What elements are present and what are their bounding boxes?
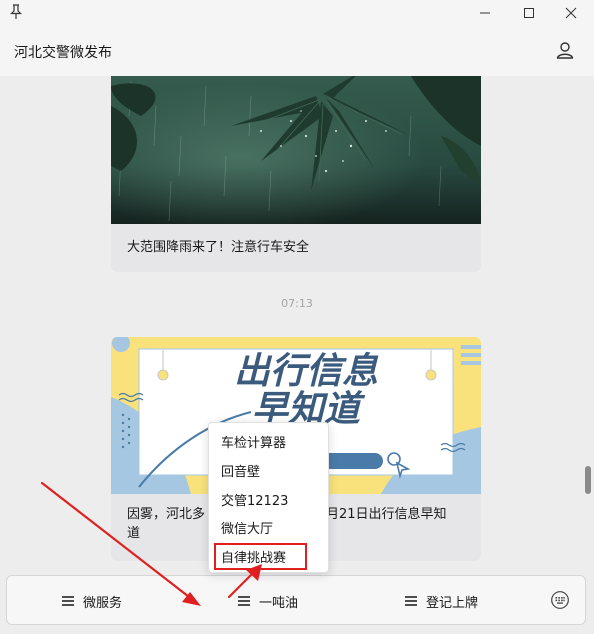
menu-tab-weifuwu[interactable]: 微服务 — [62, 576, 122, 626]
chat-header: 河北交警微发布 — [0, 26, 594, 76]
poster-title-line1: 出行信息 — [233, 351, 378, 392]
submenu-item-weixin[interactable]: 微信大厅 — [221, 518, 273, 537]
submenu-item-huiyinbi[interactable]: 回音壁 — [221, 461, 260, 480]
keyboard-icon[interactable] — [550, 590, 570, 610]
scrollbar-thumb[interactable] — [585, 466, 591, 494]
menu-icon — [238, 596, 250, 606]
person-icon[interactable] — [555, 40, 575, 60]
minimize-icon — [480, 12, 490, 14]
maximize-icon — [524, 8, 534, 18]
submenu-item-chejian[interactable]: 车检计算器 — [221, 432, 286, 451]
bottom-menu-bar: 微服务 一吨油 登记上牌 — [6, 575, 586, 625]
article-card[interactable]: 大范围降雨来了！注意行车安全 — [111, 76, 481, 272]
menu-tab-label: 一吨油 — [259, 595, 299, 611]
maximize-button[interactable] — [506, 0, 552, 26]
pin-icon[interactable] — [9, 4, 23, 20]
rain-leaf-image — [111, 76, 481, 224]
message-timestamp: 07:13 — [281, 297, 313, 310]
article-caption: 大范围降雨来了！注意行车安全 — [111, 224, 481, 272]
menu-tab-label: 登记上牌 — [426, 595, 479, 611]
chat-title: 河北交警微发布 — [14, 45, 112, 61]
minimize-button[interactable] — [462, 0, 508, 26]
article-caption-part1: 因雾，河北多 — [127, 507, 206, 522]
menu-tab-yidunyou[interactable]: 一吨油 — [238, 576, 298, 626]
article-caption-line2: 道 — [127, 526, 141, 541]
menu-tab-dengji[interactable]: 登记上牌 — [405, 576, 478, 626]
close-button[interactable] — [548, 0, 594, 26]
menu-icon — [62, 596, 74, 606]
article-caption-part2: 月21日出行信息早知 — [326, 507, 447, 522]
submenu-item-jiaoguan[interactable]: 交管12123 — [221, 490, 288, 509]
close-icon — [565, 7, 577, 19]
poster-title: 出行信息 早知道 — [221, 353, 391, 429]
highlight-box — [214, 543, 307, 570]
window-titlebar — [0, 0, 594, 26]
menu-tab-label: 微服务 — [83, 595, 123, 611]
menu-icon — [405, 596, 417, 606]
